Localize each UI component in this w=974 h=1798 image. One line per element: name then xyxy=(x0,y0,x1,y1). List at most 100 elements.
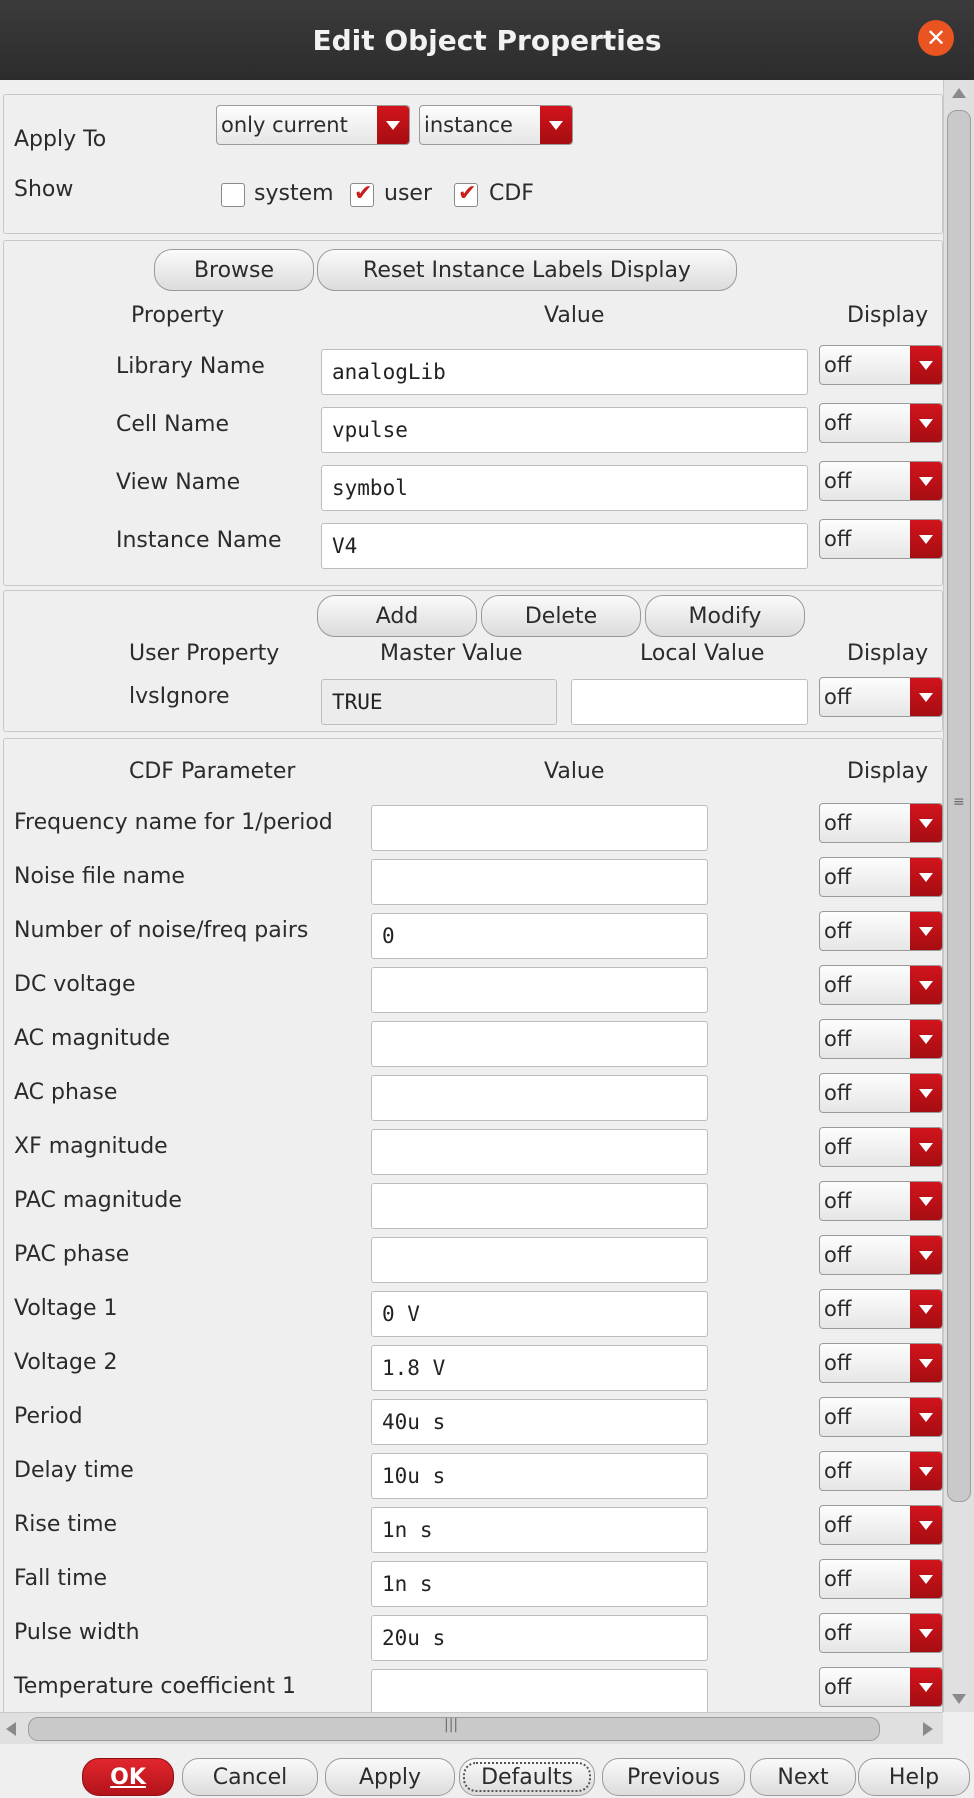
ok-button[interactable]: OK xyxy=(82,1758,174,1796)
library-name-display-select[interactable]: off xyxy=(819,345,943,385)
apply-to-scope-select[interactable]: only current xyxy=(216,105,410,145)
display-header: Display xyxy=(847,641,929,666)
library-name-field[interactable]: analogLib xyxy=(321,349,808,395)
show-cdf-checkbox[interactable] xyxy=(454,181,478,207)
chevron-down-icon xyxy=(910,1290,942,1328)
cdf-display-select-frequency-name-for-1-period[interactable]: off xyxy=(819,803,943,843)
display-value: off xyxy=(824,685,852,709)
cdf-display-select-dc-voltage[interactable]: off xyxy=(819,965,943,1005)
show-cdf-label: CDF xyxy=(489,181,534,206)
display-value: off xyxy=(824,1513,852,1537)
cdf-label-temperature-coefficient-1: Temperature coefficient 1 xyxy=(14,1674,297,1699)
cdf-display-select-ac-magnitude[interactable]: off xyxy=(819,1019,943,1059)
apply-button[interactable]: Apply xyxy=(325,1758,455,1796)
chevron-down-icon xyxy=(910,1614,942,1652)
show-system-checkbox[interactable] xyxy=(221,183,245,207)
cdf-field-number-of-noise-freq-pairs[interactable]: 0 xyxy=(371,913,708,959)
scroll-up-icon[interactable] xyxy=(952,88,966,98)
cdf-field-pac-phase[interactable] xyxy=(371,1237,708,1283)
view-name-label: View Name xyxy=(116,470,241,495)
apply-to-type-select[interactable]: instance xyxy=(419,105,573,145)
cdf-field-fall-time[interactable]: 1n s xyxy=(371,1561,708,1607)
cancel-button[interactable]: Cancel xyxy=(182,1758,318,1796)
scroll-left-icon[interactable] xyxy=(6,1722,16,1736)
cdf-field-period[interactable]: 40u s xyxy=(371,1399,708,1445)
display-value: off xyxy=(824,973,852,997)
chevron-down-icon xyxy=(910,678,942,716)
cdf-display-header: Display xyxy=(847,759,929,784)
cdf-field-frequency-name-for-1-period[interactable] xyxy=(371,805,708,851)
lvsignore-label: lvsIgnore xyxy=(129,684,230,709)
scroll-down-icon[interactable] xyxy=(952,1694,966,1704)
cell-name-display-select[interactable]: off xyxy=(819,403,943,443)
cdf-field-pulse-width[interactable]: 20u s xyxy=(371,1615,708,1661)
display-value: off xyxy=(824,1189,852,1213)
cdf-display-select-voltage-2[interactable]: off xyxy=(819,1343,943,1383)
cdf-display-select-delay-time[interactable]: off xyxy=(819,1451,943,1491)
cdf-label-voltage-2: Voltage 2 xyxy=(14,1350,118,1375)
display-value: off xyxy=(824,1351,852,1375)
modify-button[interactable]: Modify xyxy=(645,595,805,637)
horizontal-scrollbar[interactable]: ||| xyxy=(0,1712,943,1744)
view-name-display-select[interactable]: off xyxy=(819,461,943,501)
chevron-down-icon xyxy=(910,1668,942,1706)
cdf-display-select-ac-phase[interactable]: off xyxy=(819,1073,943,1113)
show-user-checkbox[interactable] xyxy=(350,181,374,207)
lvsignore-display-select[interactable]: off xyxy=(819,677,943,717)
defaults-button[interactable]: Defaults xyxy=(459,1758,595,1796)
cdf-label-ac-phase: AC phase xyxy=(14,1080,118,1105)
cdf-field-dc-voltage[interactable] xyxy=(371,967,708,1013)
cdf-display-select-xf-magnitude[interactable]: off xyxy=(819,1127,943,1167)
view-name-field[interactable]: symbol xyxy=(321,465,808,511)
display-value: off xyxy=(824,865,852,889)
chevron-down-icon xyxy=(910,404,942,442)
cdf-display-select-fall-time[interactable]: off xyxy=(819,1559,943,1599)
previous-button[interactable]: Previous xyxy=(602,1758,745,1796)
chevron-down-icon xyxy=(910,912,942,950)
add-button[interactable]: Add xyxy=(317,595,477,637)
browse-button[interactable]: Browse xyxy=(154,249,314,291)
cdf-field-pac-magnitude[interactable] xyxy=(371,1183,708,1229)
cdf-display-select-pac-phase[interactable]: off xyxy=(819,1235,943,1275)
reset-instance-labels-button[interactable]: Reset Instance Labels Display xyxy=(317,249,737,291)
display-value: off xyxy=(824,1567,852,1591)
chevron-down-icon xyxy=(910,858,942,896)
cdf-display-select-pulse-width[interactable]: off xyxy=(819,1613,943,1653)
help-button[interactable]: Help xyxy=(858,1758,970,1796)
cdf-label-pac-magnitude: PAC magnitude xyxy=(14,1188,182,1213)
cdf-label-rise-time: Rise time xyxy=(14,1512,118,1537)
chevron-down-icon xyxy=(910,1236,942,1274)
next-button[interactable]: Next xyxy=(750,1758,856,1796)
cdf-field-ac-phase[interactable] xyxy=(371,1075,708,1121)
close-icon[interactable]: ✕ xyxy=(918,20,954,56)
cdf-display-select-period[interactable]: off xyxy=(819,1397,943,1437)
chevron-down-icon xyxy=(910,966,942,1004)
instance-name-field[interactable]: V4 xyxy=(321,523,808,569)
vertical-scrollbar[interactable]: ≡ xyxy=(943,80,974,1712)
cdf-display-select-temperature-coefficient-1[interactable]: off xyxy=(819,1667,943,1707)
cdf-field-rise-time[interactable]: 1n s xyxy=(371,1507,708,1553)
instance-name-display-select[interactable]: off xyxy=(819,519,943,559)
cdf-display-select-noise-file-name[interactable]: off xyxy=(819,857,943,897)
cdf-field-xf-magnitude[interactable] xyxy=(371,1129,708,1175)
cdf-display-select-pac-magnitude[interactable]: off xyxy=(819,1181,943,1221)
display-value: off xyxy=(824,919,852,943)
cdf-display-select-rise-time[interactable]: off xyxy=(819,1505,943,1545)
cdf-display-select-number-of-noise-freq-pairs[interactable]: off xyxy=(819,911,943,951)
library-name-label: Library Name xyxy=(116,354,265,379)
cell-name-field[interactable]: vpulse xyxy=(321,407,808,453)
delete-button[interactable]: Delete xyxy=(481,595,641,637)
display-value: off xyxy=(824,1675,852,1699)
cdf-field-noise-file-name[interactable] xyxy=(371,859,708,905)
cdf-field-ac-magnitude[interactable] xyxy=(371,1021,708,1067)
lvsignore-local-value-field[interactable] xyxy=(571,679,808,725)
cdf-field-voltage-1[interactable]: 0 V xyxy=(371,1291,708,1337)
cdf-field-voltage-2[interactable]: 1.8 V xyxy=(371,1345,708,1391)
scroll-right-icon[interactable] xyxy=(923,1722,933,1736)
display-value: off xyxy=(824,1027,852,1051)
cdf-field-delay-time[interactable]: 10u s xyxy=(371,1453,708,1499)
cdf-label-frequency-name-for-1-period: Frequency name for 1/period xyxy=(14,810,333,835)
cdf-field-temperature-coefficient-1[interactable] xyxy=(371,1669,708,1712)
cdf-display-select-voltage-1[interactable]: off xyxy=(819,1289,943,1329)
display-value: off xyxy=(824,1621,852,1645)
